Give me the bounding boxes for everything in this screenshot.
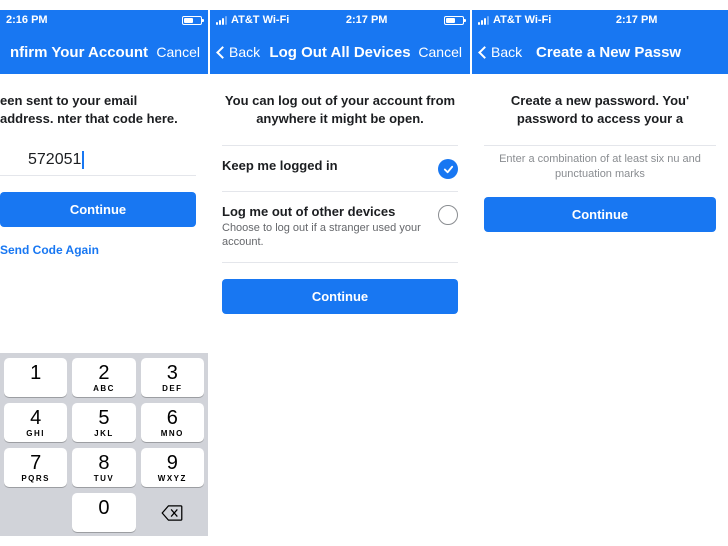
code-value: 572051 xyxy=(28,151,81,168)
key-blank xyxy=(4,493,67,532)
text-caret xyxy=(82,151,84,169)
nav-bar: Back Log Out All Devices Cancel xyxy=(210,30,470,74)
key-9[interactable]: 9WXYZ xyxy=(141,448,204,487)
continue-button[interactable]: Continue xyxy=(0,192,196,227)
battery-icon xyxy=(444,16,464,25)
screen-confirm-account: 2:16 PM nfirm Your Account Cancel een se… xyxy=(0,10,208,536)
continue-button[interactable]: Continue xyxy=(222,279,458,314)
key-3[interactable]: 3DEF xyxy=(141,358,204,397)
key-backspace[interactable] xyxy=(141,493,204,532)
signal-icon xyxy=(478,16,489,25)
instruction-text: Create a new password. You' password to … xyxy=(484,92,716,127)
cancel-button[interactable]: Cancel xyxy=(150,44,200,60)
instruction-text: een sent to your email address. nter tha… xyxy=(0,92,196,127)
key-5[interactable]: 5JKL xyxy=(72,403,135,442)
status-bar: AT&T Wi-Fi 2:17 PM xyxy=(472,10,728,30)
chevron-left-icon xyxy=(478,46,491,59)
status-time: 2:16 PM xyxy=(6,14,48,26)
divider xyxy=(222,262,458,263)
option-title: Keep me logged in xyxy=(222,158,428,173)
status-bar: 2:16 PM xyxy=(0,10,208,30)
content: You can log out of your account from any… xyxy=(210,74,470,314)
continue-button[interactable]: Continue xyxy=(484,197,716,232)
divider xyxy=(484,145,716,146)
option-keep-logged-in[interactable]: Keep me logged in xyxy=(222,146,458,191)
backspace-icon xyxy=(161,505,183,521)
key-4[interactable]: 4GHI xyxy=(4,403,67,442)
option-subtitle: Choose to log out if a stranger used you… xyxy=(222,221,428,250)
status-bar: AT&T Wi-Fi 2:17 PM xyxy=(210,10,470,30)
nav-title: Create a New Passw xyxy=(530,44,720,61)
status-time: 2:17 PM xyxy=(346,14,388,26)
content: een sent to your email address. nter tha… xyxy=(0,74,208,257)
option-title: Log me out of other devices xyxy=(222,204,428,219)
chevron-left-icon xyxy=(216,46,229,59)
divider xyxy=(0,175,196,176)
key-0[interactable]: 0 xyxy=(72,493,135,532)
status-time: 2:17 PM xyxy=(616,14,658,26)
carrier-label: AT&T Wi-Fi xyxy=(493,14,551,26)
battery-icon xyxy=(182,16,202,25)
password-hint: Enter a combination of at least six nu a… xyxy=(484,152,716,183)
nav-title: Log Out All Devices xyxy=(268,44,412,61)
key-7[interactable]: 7PQRS xyxy=(4,448,67,487)
screen-create-password: AT&T Wi-Fi 2:17 PM Back Create a New Pas… xyxy=(472,10,728,536)
key-6[interactable]: 6MNO xyxy=(141,403,204,442)
cancel-button[interactable]: Cancel xyxy=(412,44,462,60)
radio-unselected-icon xyxy=(438,205,458,225)
back-button[interactable]: Back xyxy=(480,44,530,60)
radio-selected-icon xyxy=(438,159,458,179)
back-button[interactable]: Back xyxy=(218,44,268,60)
nav-bar: Back Create a New Passw xyxy=(472,30,728,74)
send-code-again-link[interactable]: Send Code Again xyxy=(0,243,196,257)
option-log-out-others[interactable]: Log me out of other devices Choose to lo… xyxy=(222,192,458,262)
key-8[interactable]: 8TUV xyxy=(72,448,135,487)
numeric-keypad: 1 2ABC 3DEF 4GHI 5JKL 6MNO 7PQRS 8TUV 9W… xyxy=(0,353,208,536)
instruction-text: You can log out of your account from any… xyxy=(222,92,458,127)
carrier-label: AT&T Wi-Fi xyxy=(231,14,289,26)
signal-icon xyxy=(216,16,227,25)
status-right xyxy=(182,16,202,25)
nav-bar: nfirm Your Account Cancel xyxy=(0,30,208,74)
content: Create a new password. You' password to … xyxy=(472,74,728,232)
code-input[interactable]: 572051 xyxy=(28,145,196,175)
key-1[interactable]: 1 xyxy=(4,358,67,397)
screen-log-out-devices: AT&T Wi-Fi 2:17 PM Back Log Out All Devi… xyxy=(210,10,470,536)
nav-title: nfirm Your Account xyxy=(8,44,150,61)
key-2[interactable]: 2ABC xyxy=(72,358,135,397)
